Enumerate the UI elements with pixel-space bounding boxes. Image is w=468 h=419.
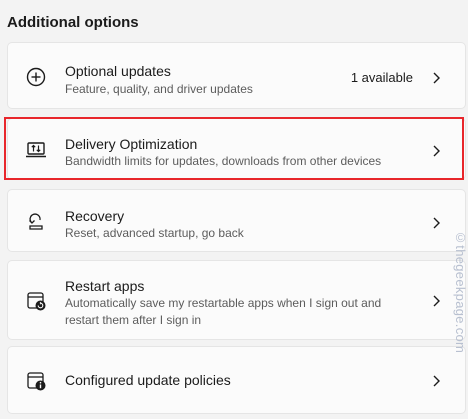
restart-apps-subtitle-line2: restart them after I sign in — [65, 313, 202, 327]
update-policies-icon — [25, 370, 47, 392]
delivery-optimization-card[interactable]: Delivery Optimization Bandwidth limits f… — [7, 118, 466, 180]
chevron-right-icon — [431, 216, 441, 230]
recovery-card[interactable]: Recovery Reset, advanced startup, go bac… — [7, 189, 466, 252]
configured-update-policies-card[interactable]: Configured update policies — [7, 346, 466, 414]
recovery-title: Recovery — [65, 208, 125, 224]
recovery-icon — [25, 211, 47, 233]
delivery-optimization-icon — [25, 139, 47, 161]
optional-updates-card[interactable]: Optional updates Feature, quality, and d… — [7, 42, 466, 109]
chevron-right-icon — [431, 294, 441, 308]
recovery-subtitle: Reset, advanced startup, go back — [65, 226, 244, 240]
delivery-optimization-subtitle: Bandwidth limits for updates, downloads … — [65, 154, 382, 168]
chevron-right-icon — [431, 374, 441, 388]
chevron-right-icon — [431, 144, 441, 158]
watermark: ©thegeekpage.com — [453, 230, 468, 354]
restart-apps-icon — [25, 290, 47, 312]
delivery-optimization-title: Delivery Optimization — [65, 136, 198, 152]
restart-apps-subtitle-line1: Automatically save my restartable apps w… — [65, 296, 382, 310]
restart-apps-card[interactable]: Restart apps Automatically save my resta… — [7, 260, 466, 340]
optional-updates-count: 1 available — [350, 70, 413, 85]
plus-circle-icon — [25, 66, 47, 88]
configured-update-policies-title: Configured update policies — [65, 372, 231, 388]
section-title: Additional options — [7, 14, 139, 31]
chevron-right-icon — [431, 71, 441, 85]
optional-updates-title: Optional updates — [65, 63, 171, 79]
restart-apps-title: Restart apps — [65, 278, 145, 294]
optional-updates-subtitle: Feature, quality, and driver updates — [65, 82, 253, 96]
